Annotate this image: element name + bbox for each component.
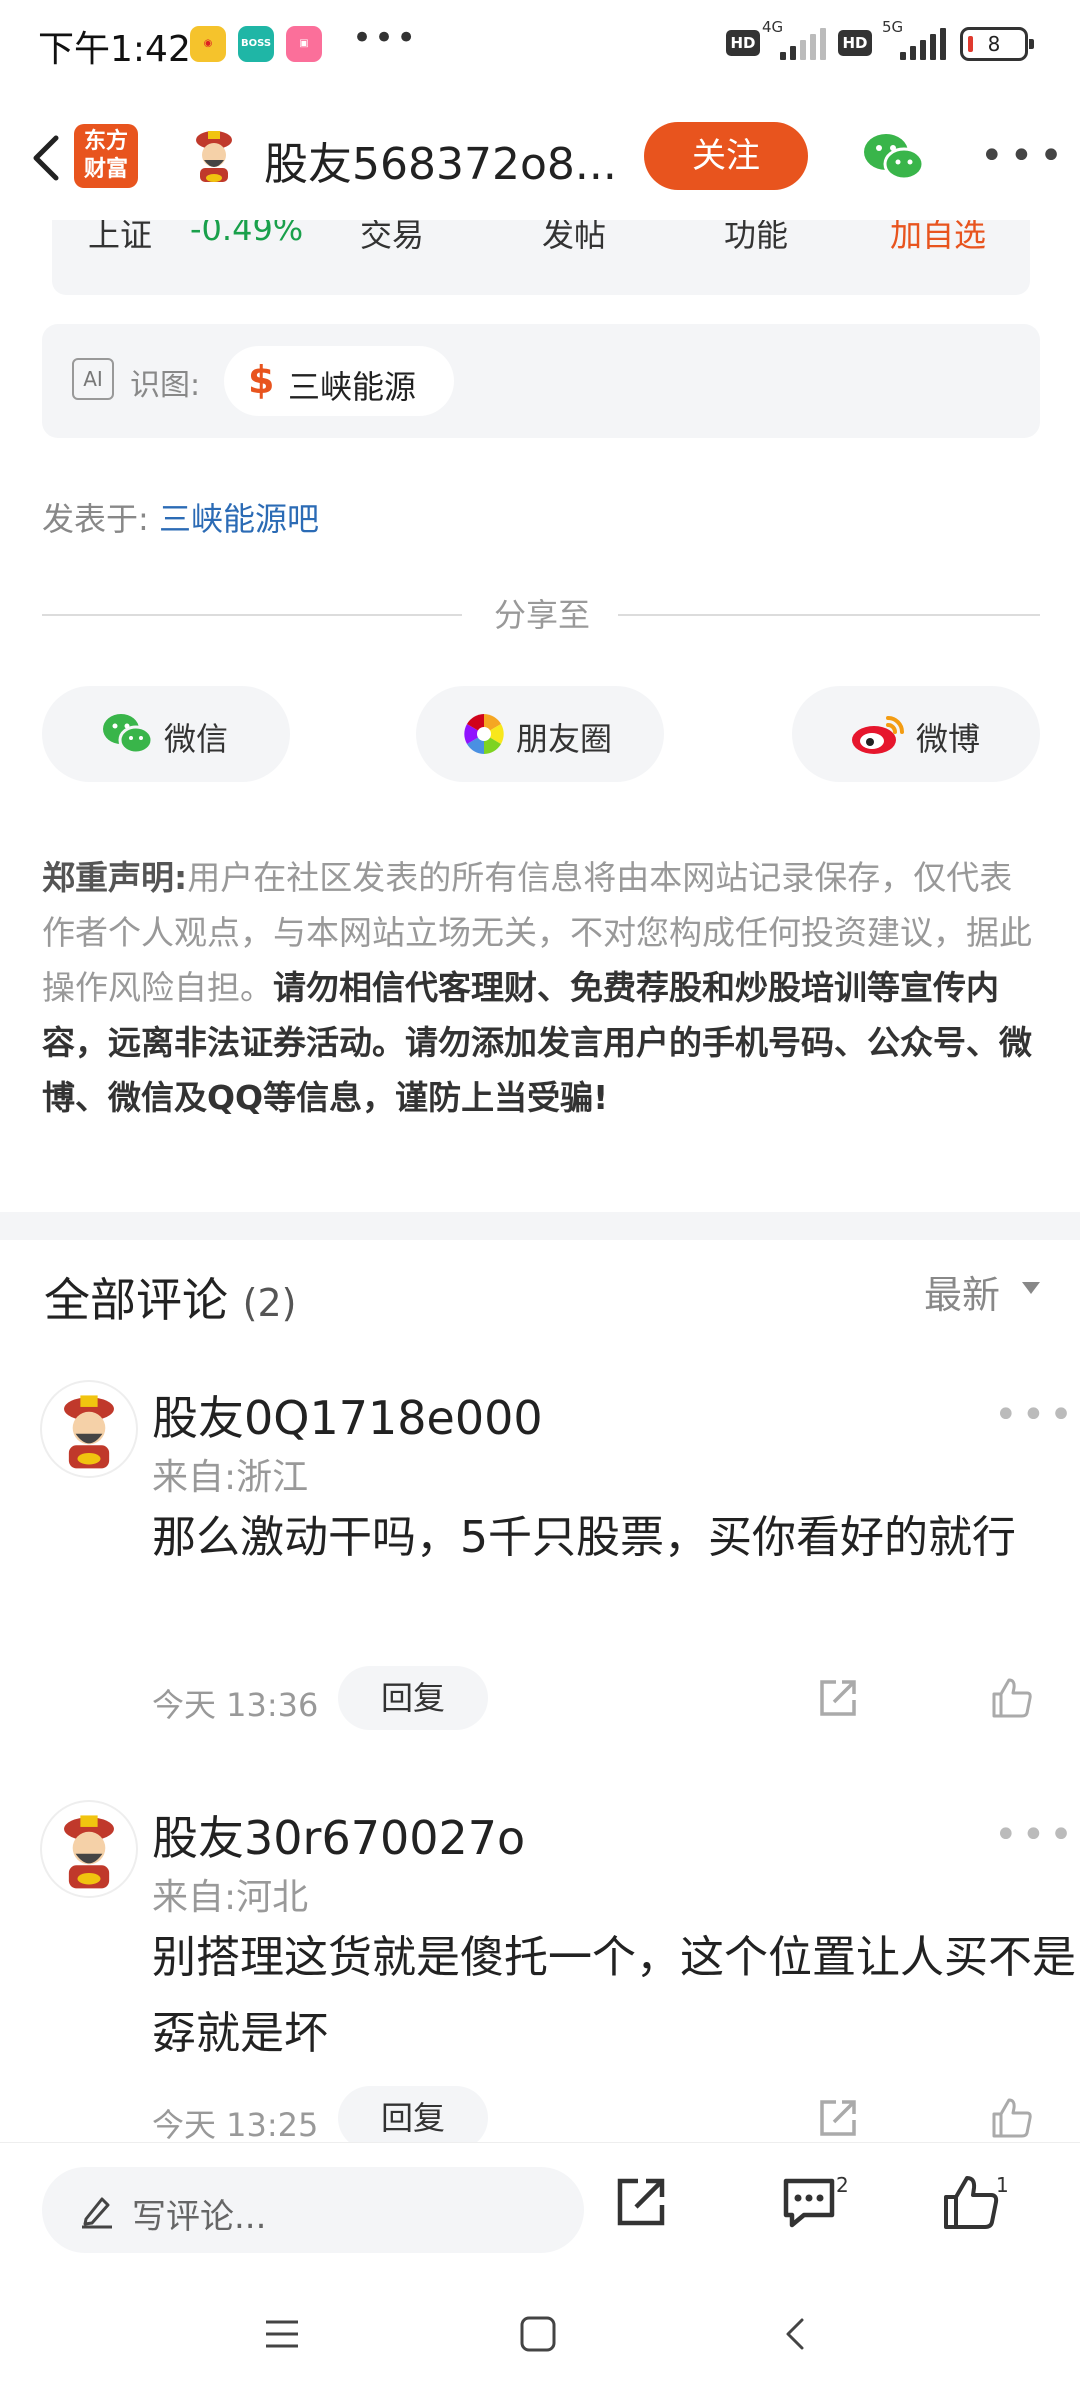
back-icon[interactable] [22,128,72,188]
signal-icon [780,28,826,60]
posted-in: 发表于: 三峡能源吧 [42,494,319,540]
stock-chip[interactable]: $ 三峡能源 [224,346,454,416]
like-icon[interactable] [942,2173,1000,2231]
comment-share-icon[interactable] [816,1676,860,1720]
status-time: 下午1:42 [38,29,191,70]
comment-more-icon[interactable]: ••• [994,1392,1077,1438]
section-separator [0,1212,1080,1240]
stock-chip-name: 三峡能源 [288,368,417,406]
commenter-avatar[interactable] [40,1380,138,1478]
wechat-icon [103,714,154,755]
dollar-icon: $ [248,358,275,402]
weibo-icon [852,716,904,754]
commenter-name[interactable]: 股友0Q1718e000 [152,1382,543,1448]
logo-line-1: 东方 [83,129,128,154]
disclaimer-heading: 郑重声明: [42,858,188,897]
share-moments-label: 朋友圈 [516,720,613,758]
write-comment-placeholder: 写评论... [132,2197,267,2237]
comment-time: 今天 13:36 [152,1686,319,1724]
comments-count: (2) [242,1281,297,1325]
sort-dropdown-icon[interactable] [1022,1282,1040,1294]
commenter-avatar[interactable] [40,1800,138,1898]
comment-like-icon[interactable] [990,1676,1034,1720]
status-bar: 下午1:42 ◉ BOSS ▣ ••• HD 4G HD 5G 8 [0,0,1080,90]
menu-icon[interactable] [262,2314,302,2354]
boss-app-icon: BOSS [238,26,274,62]
weibo-app-icon: ◉ [190,26,226,62]
follow-button[interactable]: 关注 [644,122,808,190]
moments-icon [464,714,504,754]
commenter-name[interactable]: 股友30r670027o [152,1802,525,1868]
wechat-share-icon[interactable] [862,132,926,184]
share-wechat-label: 微信 [164,720,229,758]
comment-text: 那么激动干吗，5千只股票，买你看好的就行 [152,1512,1016,1563]
bilibili-app-icon: ▣ [286,26,322,62]
comment-text: 别搭理这货就是傻托一个，这个位置让人买不是孬就是坏 [152,1932,1076,2059]
comment-time: 今天 13:25 [152,2106,319,2144]
comment-share-icon[interactable] [816,2096,860,2140]
disclaimer: 郑重声明:用户在社区发表的所有信息将由本网站记录保存，仅代表作者个人观点，与本网… [42,850,1042,1125]
share-moments-button[interactable]: 朋友圈 [416,686,664,782]
share-icon[interactable] [612,2173,670,2231]
battery-icon: 8 [960,27,1034,61]
sort-selector[interactable]: 最新 [924,1264,1000,1319]
comment-more-icon[interactable]: ••• [994,1812,1077,1858]
more-notifications-icon: ••• [352,18,419,58]
pencil-icon [82,2197,112,2229]
signal-icon-2 [900,28,946,60]
image-recognition-card: AI 识图: $ 三峡能源 [42,324,1040,438]
forum-link[interactable]: 三峡能源吧 [159,500,319,538]
share-divider-left [42,614,462,616]
share-weibo-label: 微博 [916,720,981,758]
comments-icon[interactable] [780,2173,838,2231]
commenter-location: 来自:河北 [152,1877,309,1918]
more-options-icon[interactable]: ••• [980,136,1069,176]
reply-button[interactable]: 回复 [338,1666,488,1730]
nav-back-icon[interactable] [776,2314,816,2354]
share-label: 分享至 [493,596,590,634]
like-count-badge: 1 [996,2173,1009,2197]
comment-count-badge: 2 [836,2173,849,2197]
share-weibo-button[interactable]: 微博 [792,686,1040,782]
ai-scan-icon: AI [72,358,114,400]
comment-like-icon[interactable] [990,2096,1034,2140]
commenter-location: 来自:浙江 [152,1457,309,1498]
posted-prefix: 发表于: [42,500,149,538]
logo-line-2: 财富 [83,157,128,182]
share-wechat-button[interactable]: 微信 [42,686,290,782]
user-avatar[interactable] [186,128,242,184]
app-header: 东方 财富 股友568372o8... 关注 ••• [0,90,1080,220]
home-icon[interactable] [518,2314,558,2354]
comments-header: 全部评论 (2) [44,1264,296,1330]
comments-title: 全部评论 [44,1273,228,1327]
share-divider-right [618,614,1040,616]
write-comment-input[interactable]: 写评论... [42,2167,584,2253]
hd-icon-2: HD [838,30,872,56]
hd-icon: HD [726,30,760,56]
post-author-title: 股友568372o8... [264,139,617,190]
bottom-action-bar: 写评论... 2 1 [0,2142,1080,2270]
recognition-label: 识图: [130,368,201,403]
system-nav-bar [0,2270,1080,2400]
app-logo[interactable]: 东方 财富 [74,124,138,188]
reply-button[interactable]: 回复 [338,2086,488,2150]
